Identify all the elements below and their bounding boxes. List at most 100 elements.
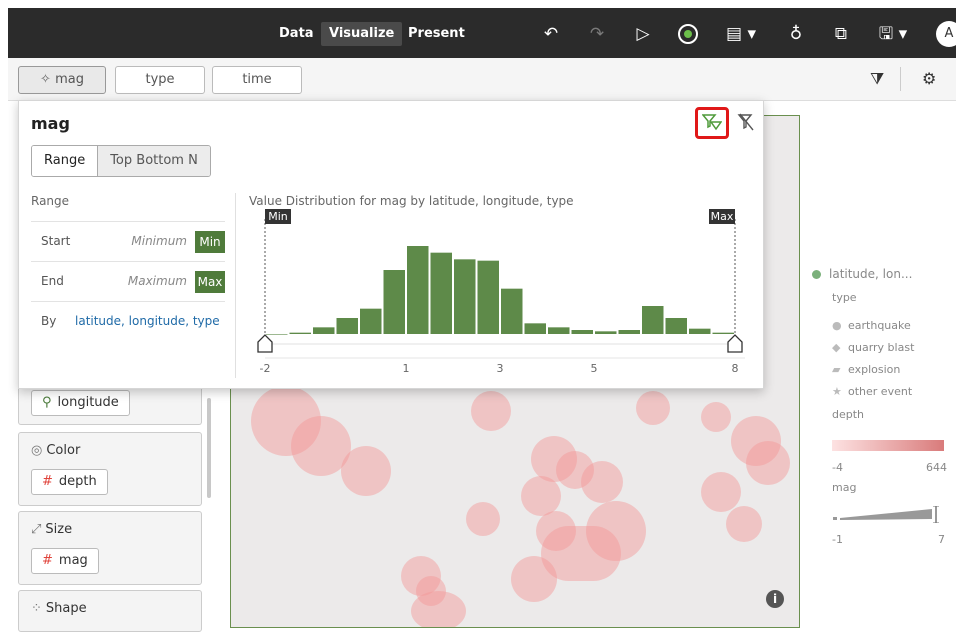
tab-data[interactable]: Data [271, 22, 322, 46]
map-bubble[interactable] [466, 502, 500, 536]
histogram-bar [383, 270, 405, 334]
clear-filter-icon[interactable] [737, 113, 755, 136]
parallelogram-icon: ▰ [832, 363, 841, 376]
legend-dot-icon [812, 270, 821, 279]
value-distribution-chart: Min Max -2 1 3 5 8 [257, 209, 745, 375]
x-tick-label: -2 [260, 362, 271, 375]
auto-apply-icon[interactable]: ⚙ [922, 69, 936, 88]
legend-item-quarry-blast[interactable]: ◆ quarry blast [832, 341, 914, 354]
mag-min: -1 [832, 533, 843, 546]
range-min-marker-handle [257, 334, 273, 353]
map-bubble[interactable] [701, 472, 741, 512]
histogram-bar [430, 252, 452, 334]
map-bubble[interactable] [521, 476, 561, 516]
filter-mag-label: mag [55, 72, 84, 87]
legend-title: latitude, lon... [812, 267, 912, 281]
legend-item-earthquake[interactable]: ● earthquake [832, 319, 911, 332]
chip-longitude-label: longitude [57, 395, 119, 410]
record-icon[interactable] [675, 22, 701, 46]
chip-mag[interactable]: # mag [31, 548, 99, 574]
map-bubble[interactable] [746, 441, 790, 485]
circle-icon: ● [832, 319, 842, 332]
start-label: Start [41, 234, 71, 248]
map-bubble[interactable] [726, 506, 762, 542]
legend-depth-label: depth [832, 408, 865, 421]
legend-item-label: quarry blast [848, 341, 915, 354]
export-icon[interactable]: ⧉ [828, 22, 854, 46]
tab-visualize[interactable]: Visualize [321, 22, 403, 46]
legend-item-other-event[interactable]: ★ other event [832, 385, 912, 398]
chip-longitude[interactable]: ⚲ longitude [31, 390, 130, 416]
histogram-bar [571, 330, 593, 334]
histogram-bar [454, 259, 476, 334]
info-icon[interactable]: i [766, 590, 784, 608]
popup-divider [235, 193, 236, 378]
range-by-row: By latitude, longitude, type [31, 301, 225, 342]
size-label: Size [45, 522, 73, 537]
location-pin-icon: ⚲ [42, 395, 52, 410]
range-min-marker-label: Min [268, 210, 288, 223]
histogram-bar [665, 318, 687, 334]
histogram-bar [407, 246, 429, 334]
max-button[interactable]: Max [195, 271, 225, 293]
panel-shape: ⁘ Shape [18, 590, 202, 632]
chip-depth[interactable]: # depth [31, 469, 108, 495]
depth-max: 644 [926, 461, 947, 474]
x-tick-label: 1 [403, 362, 410, 375]
lightbulb-icon[interactable]: ♁ [783, 22, 809, 46]
map-bubble[interactable] [701, 402, 731, 432]
tab-top-bottom-n[interactable]: Top Bottom N [97, 146, 210, 176]
number-icon: # [42, 553, 53, 568]
save-icon[interactable]: 🖫 ▾ [873, 22, 913, 46]
x-tick-label: 8 [732, 362, 739, 375]
legend-item-label: explosion [848, 363, 901, 376]
histogram-bar [642, 306, 664, 334]
histogram-bar [689, 328, 711, 334]
shape-label: Shape [45, 601, 87, 616]
map-bubble[interactable] [341, 446, 391, 496]
undo-icon[interactable]: ↶ [538, 22, 564, 46]
end-label: End [41, 274, 64, 288]
diamond-icon: ◆ [832, 341, 841, 354]
legend-title-text: latitude, lon... [829, 267, 913, 281]
map-bubble[interactable] [471, 391, 511, 431]
range-max-marker-handle [727, 334, 743, 353]
filter-mag[interactable]: ✧ mag [18, 66, 106, 94]
filter-type[interactable]: type [115, 66, 205, 94]
min-button[interactable]: Min [195, 231, 225, 253]
filter-sync-icon[interactable] [701, 113, 723, 136]
map-bubble[interactable] [581, 461, 623, 503]
tab-range[interactable]: Range [32, 146, 98, 176]
histogram-bar [595, 331, 617, 334]
tab-present[interactable]: Present [400, 22, 473, 46]
map-bubble[interactable] [636, 391, 670, 425]
start-value[interactable]: Minimum [131, 234, 187, 248]
filter-bar: ✧ mag type time ⧩ ⚙ [8, 58, 956, 101]
histogram-bar [336, 318, 358, 334]
panel-color: ◎ Color # depth [18, 432, 202, 506]
map-bubble[interactable] [586, 501, 646, 561]
histogram-bar [289, 332, 311, 334]
mag-max: 7 [938, 533, 945, 546]
resize-icon: ⤢ [31, 522, 42, 537]
map-bubble[interactable] [511, 556, 557, 602]
number-icon: # [42, 474, 53, 489]
play-icon[interactable]: ▷ [630, 22, 656, 46]
shape-title: ⁘ Shape [31, 601, 87, 616]
palette-icon: ◎ [31, 443, 43, 458]
histogram-bar [313, 327, 335, 334]
range-section-label: Range [31, 194, 70, 208]
color-title: ◎ Color [31, 443, 80, 458]
legend-item-explosion[interactable]: ▰ explosion [832, 363, 900, 376]
comment-icon[interactable]: ▤ ▾ [721, 22, 761, 46]
chart-title: Value Distribution for mag by latitude, … [249, 194, 574, 208]
filter-settings-icon[interactable]: ⧩ [870, 69, 884, 89]
map-bubble[interactable] [411, 591, 466, 627]
panel-scrollbar[interactable] [207, 398, 211, 498]
user-avatar[interactable]: A [936, 21, 956, 47]
top-toolbar: Data Visualize Present ↶ ↷ ▷ ▤ ▾ ♁ ⧉ 🖫 ▾… [8, 8, 956, 58]
filter-time[interactable]: time [212, 66, 302, 94]
end-value[interactable]: Maximum [128, 274, 187, 288]
redo-icon[interactable]: ↷ [584, 22, 610, 46]
by-link[interactable]: latitude, longitude, type [75, 314, 220, 328]
